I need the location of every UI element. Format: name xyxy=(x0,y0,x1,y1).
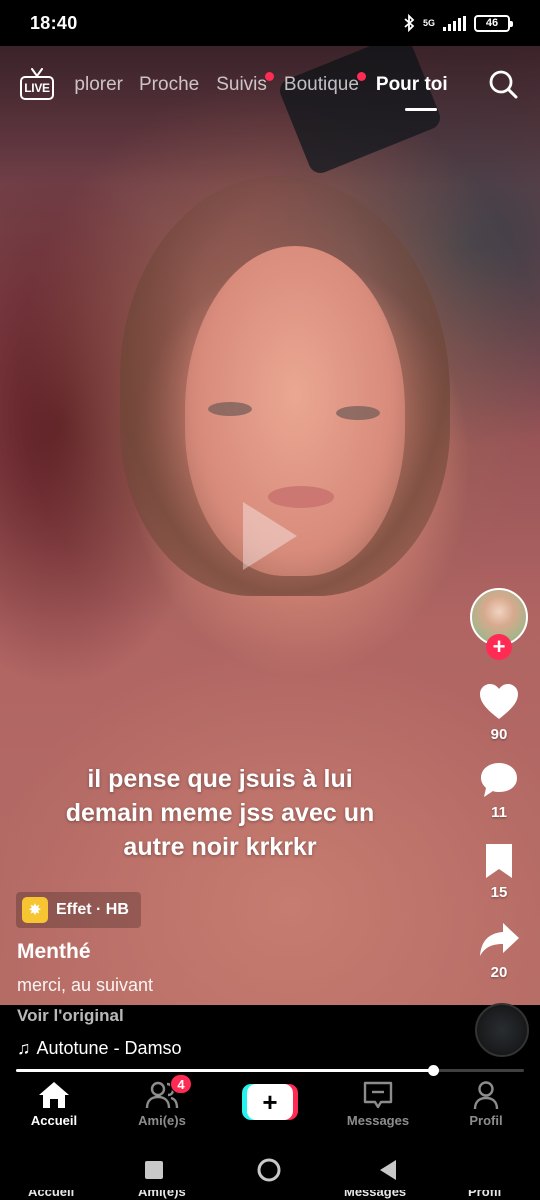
see-original-link[interactable]: Voir l'original xyxy=(17,1006,124,1026)
like-button[interactable]: 90 xyxy=(468,682,530,743)
heart-icon xyxy=(480,684,518,719)
video-progress-bar[interactable] xyxy=(16,1065,524,1076)
comment-button[interactable]: 11 xyxy=(468,760,530,821)
bottom-nav: Accueil Ami(e)s 4 + Messages Profil xyxy=(0,1074,540,1140)
video-subject-eye xyxy=(336,406,380,420)
status-icons: 5G 46 xyxy=(403,14,513,32)
tab-explorer[interactable]: plorer xyxy=(58,74,123,96)
share-count: 20 xyxy=(490,964,508,981)
ghost-nav-labels: Accueil Ami(e)s Messages Profil xyxy=(0,1190,540,1200)
tab-label: Boutique xyxy=(283,74,359,95)
nav-label: Profil xyxy=(469,1113,503,1128)
like-count: 90 xyxy=(490,726,508,743)
creator-username[interactable]: Menthé xyxy=(17,940,91,964)
notification-dot xyxy=(264,72,274,81)
nav-label: Ami(e)s xyxy=(138,1113,186,1128)
battery-level: 46 xyxy=(485,17,499,29)
nav-profile[interactable]: Profil xyxy=(432,1076,540,1140)
nav-label: Accueil xyxy=(30,1113,78,1128)
feed-tabs: plorer Proche Suivis Boutique Pour toi xyxy=(58,70,465,100)
tab-boutique[interactable]: Boutique xyxy=(283,72,366,96)
video-subject-eye xyxy=(208,402,252,416)
nav-messages[interactable]: Messages xyxy=(324,1076,432,1140)
ghost-label: Messages xyxy=(344,1190,407,1199)
tab-proche[interactable]: Proche xyxy=(139,74,199,96)
status-time: 18:40 xyxy=(30,12,78,33)
tab-label: Proche xyxy=(139,74,200,95)
video-progress-knob[interactable] xyxy=(427,1065,439,1076)
recent-apps-icon[interactable] xyxy=(141,1157,167,1183)
comment-count: 11 xyxy=(491,804,507,821)
play-icon[interactable] xyxy=(243,502,297,570)
save-count: 15 xyxy=(490,884,508,901)
inbox-icon xyxy=(363,1081,393,1109)
signal-icon xyxy=(443,15,466,31)
status-bar: 18:40 5G 46 xyxy=(0,0,540,46)
top-nav: LIVE plorer Proche Suivis Boutique Pour … xyxy=(0,46,540,126)
ghost-label: Ami(e)s xyxy=(138,1190,186,1199)
video-caption-overlay: il pense que jsuis à lui demain meme jss… xyxy=(0,762,440,864)
network-label: 5G xyxy=(422,17,435,28)
effect-label: Effet · HB xyxy=(56,901,129,918)
nav-label: Messages xyxy=(346,1113,410,1128)
friends-badge: 4 xyxy=(170,1074,192,1094)
active-tab-indicator xyxy=(405,108,437,111)
effect-sparkle-icon: ✸ xyxy=(22,897,48,923)
bluetooth-icon xyxy=(404,14,415,32)
profile-icon xyxy=(473,1081,499,1110)
video-progress-fill xyxy=(16,1069,433,1072)
effect-chip[interactable]: ✸ Effet · HB xyxy=(16,892,141,928)
caption-line: il pense que jsuis à lui xyxy=(87,765,353,793)
live-button[interactable]: LIVE xyxy=(20,68,54,100)
battery-icon: 46 xyxy=(474,14,513,32)
music-disc[interactable] xyxy=(475,1003,529,1057)
video-description: merci, au suivant xyxy=(17,975,154,995)
nav-friends[interactable]: Ami(e)s 4 xyxy=(108,1074,216,1140)
create-button[interactable]: + xyxy=(242,1084,298,1120)
share-button[interactable]: 20 xyxy=(468,920,530,981)
tab-pour-toi[interactable]: Pour toi xyxy=(376,74,448,96)
tab-label: Suivis xyxy=(216,74,267,95)
music-info[interactable]: ♫ Autotune - Damso xyxy=(17,1038,182,1059)
nav-home[interactable]: Accueil xyxy=(0,1076,108,1140)
save-button[interactable]: 15 xyxy=(468,842,530,901)
music-title: Autotune - Damso xyxy=(36,1038,182,1058)
tab-suivis[interactable]: Suivis xyxy=(216,72,274,96)
caption-line: autre noir krkrkr xyxy=(123,833,317,861)
plus-icon: + xyxy=(247,1084,293,1120)
tab-label: Pour toi xyxy=(375,74,448,95)
search-icon[interactable] xyxy=(487,68,519,100)
comment-icon xyxy=(481,763,517,797)
notification-dot xyxy=(356,72,366,81)
live-label: LIVE xyxy=(20,76,54,100)
home-icon xyxy=(39,1082,69,1108)
ghost-label: Accueil xyxy=(28,1190,75,1199)
home-circle-icon[interactable] xyxy=(256,1157,282,1183)
ghost-label: Profil xyxy=(468,1190,502,1199)
music-note-icon: ♫ xyxy=(17,1038,31,1058)
bookmark-icon xyxy=(486,844,512,878)
caption-line: demain meme jss avec un xyxy=(65,799,375,827)
share-arrow-icon xyxy=(480,923,519,956)
back-triangle-icon[interactable] xyxy=(376,1157,402,1183)
nav-create[interactable]: + xyxy=(216,1076,324,1140)
follow-button[interactable]: + xyxy=(486,634,512,660)
